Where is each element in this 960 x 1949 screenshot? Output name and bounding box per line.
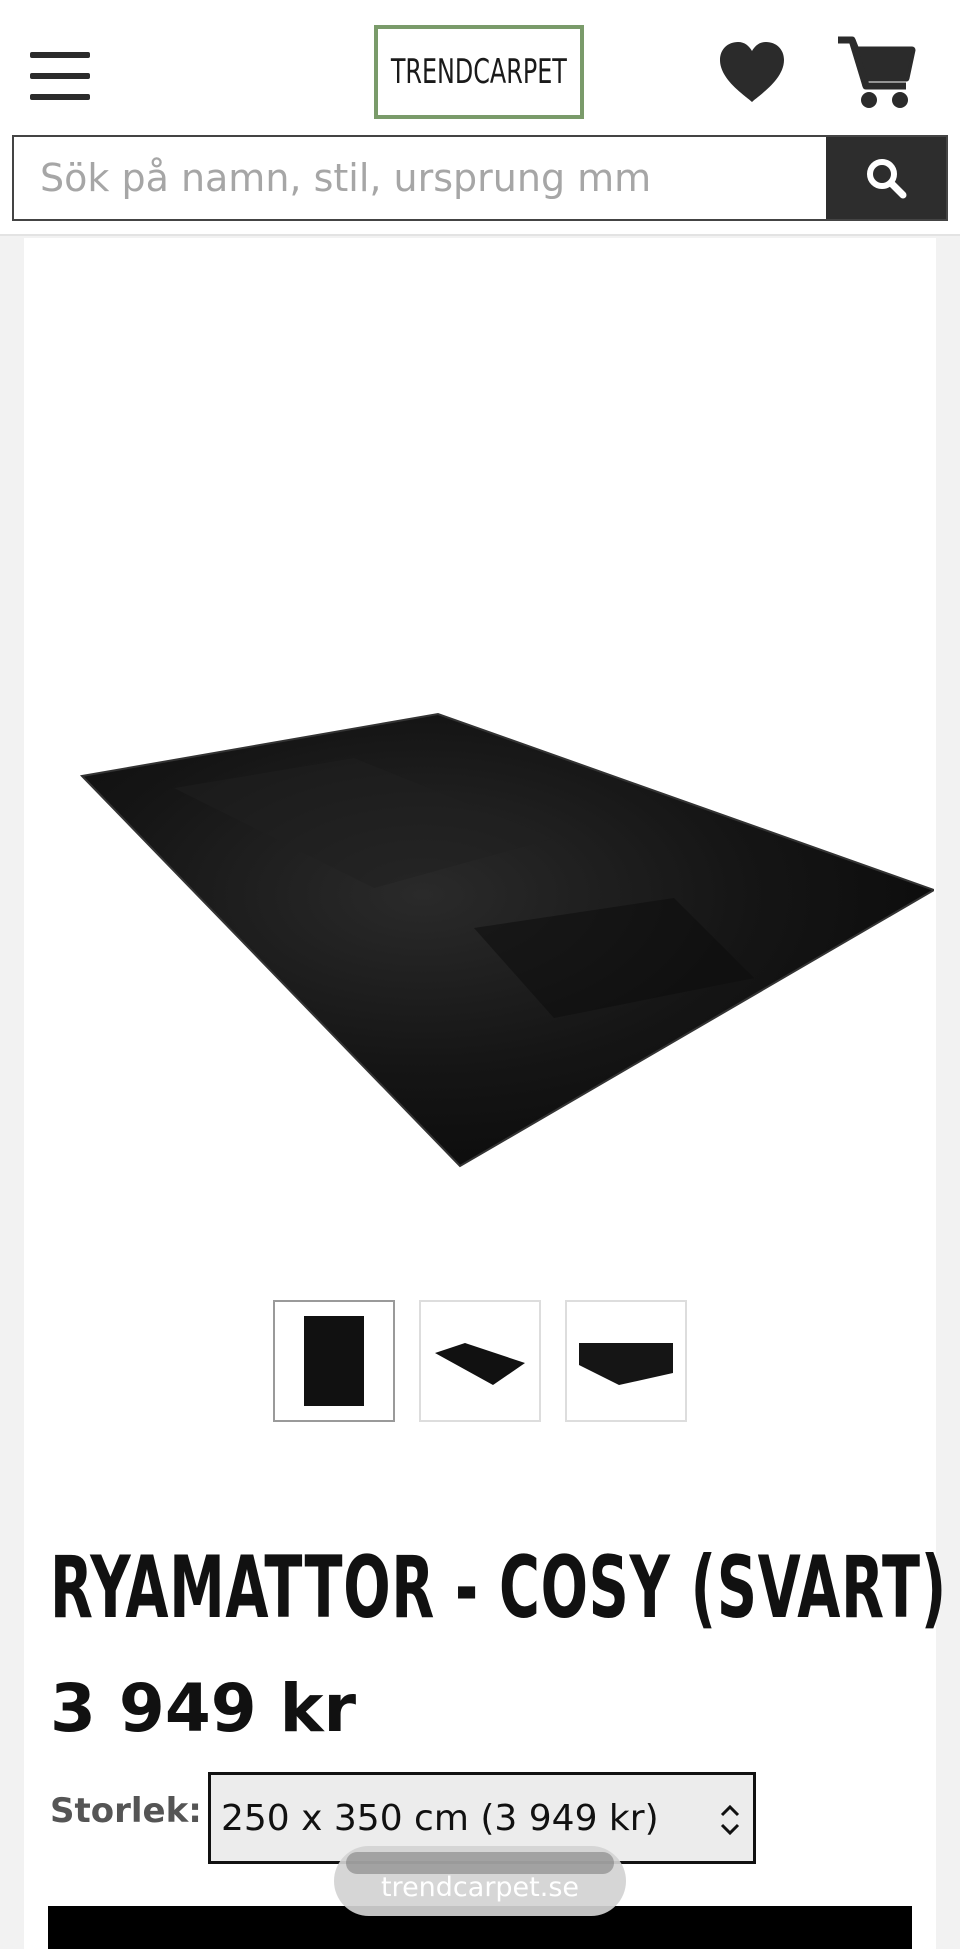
- search-icon: [867, 159, 907, 199]
- size-selected-value: 250 x 350 cm (3 949 kr): [221, 1797, 659, 1839]
- hamburger-menu-icon[interactable]: [30, 52, 90, 100]
- thumbnail-side-view[interactable]: [565, 1300, 687, 1422]
- product-card: RYAMATTOR - COSY (SVART) 3 949 kr Storle…: [24, 238, 947, 1949]
- site-logo[interactable]: TRENDCARPET: [374, 25, 584, 119]
- search-input[interactable]: [14, 137, 826, 219]
- thumbnail-top-view[interactable]: [273, 1300, 395, 1422]
- product-title: RYAMATTOR - COSY (SVART): [50, 1538, 947, 1638]
- size-label: Storlek:: [50, 1791, 202, 1831]
- logo-text: TRENDCARPET: [390, 52, 568, 92]
- search-button[interactable]: [826, 137, 946, 219]
- thumbnail-angled-view[interactable]: [419, 1300, 541, 1422]
- heart-icon[interactable]: [716, 40, 788, 106]
- site-header: TRENDCARPET: [0, 0, 960, 236]
- url-text: trendcarpet.se: [380, 1871, 580, 1903]
- search-bar: [12, 135, 948, 221]
- shopping-cart-icon[interactable]: [836, 34, 916, 112]
- product-price: 3 949 kr: [50, 1670, 357, 1747]
- thumbnail-strip: [24, 1300, 936, 1422]
- select-arrows-icon: [720, 1804, 740, 1836]
- product-main-image[interactable]: [54, 458, 937, 1218]
- browser-url-bar[interactable]: trendcarpet.se: [334, 1846, 626, 1916]
